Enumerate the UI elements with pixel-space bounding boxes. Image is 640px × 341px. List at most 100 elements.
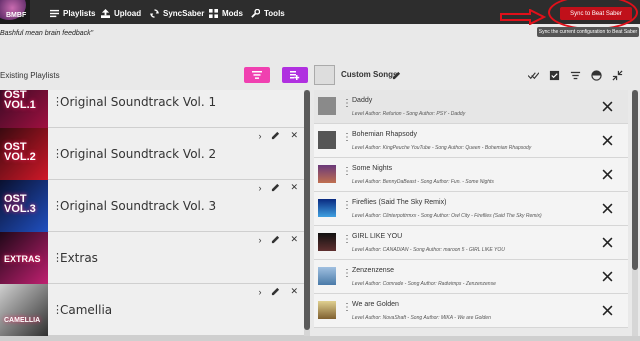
remove-song-icon[interactable] [602,235,613,253]
song-row[interactable]: ⋮ Daddy Level Author: Refurion - Song Au… [314,90,628,124]
song-row[interactable]: ⋮ Fireflies (Said The Sky Remix) Level A… [314,192,628,226]
nav-label: Tools [264,8,285,18]
song-cover [318,267,336,285]
edit-icon[interactable] [392,67,401,85]
playlist-name: Original Soundtrack Vol. 3 [60,199,217,213]
cover-text: EXTRAS [4,254,41,264]
song-meta: Level Author: Comrade - Song Author: Rad… [352,281,496,287]
edit-icon[interactable] [271,183,280,192]
song-meta: Level Author: CANADIAN - Song Author: ma… [352,247,505,253]
remove-song-icon[interactable] [602,303,613,321]
wrench-icon [251,8,260,18]
playlist-actions: › ✕ [258,130,298,141]
annotation-circle [548,0,638,30]
cover-text: OST VOL.2 [4,141,36,163]
song-cover [318,131,336,149]
playlist-cover-placeholder[interactable] [314,65,335,85]
remove-song-icon[interactable] [602,99,613,117]
playlist-name: Camellia [60,303,113,317]
playlist-actions: › ✕ [258,234,298,245]
double-check-icon[interactable] [528,70,539,81]
drag-handle-icon[interactable]: ⋮ [342,98,352,109]
song-meta: Level Author: NovaShaft - Song Author: M… [352,315,491,321]
remove-song-icon[interactable] [602,167,613,185]
annotation-arrow-icon [500,9,546,25]
drag-handle-icon[interactable]: ⋮ [342,234,352,245]
song-cover [318,233,336,251]
face-icon[interactable] [591,70,602,81]
drag-handle-icon[interactable]: ⋮ [342,200,352,211]
grid-icon [209,8,218,18]
nav-mods[interactable]: Mods [209,6,243,20]
drag-handle-icon[interactable]: ⋮ [342,268,352,279]
nav-playlists[interactable]: Playlists [50,6,95,20]
logo-text: BMBF [6,12,27,19]
expand-chevron-icon[interactable]: › [258,287,261,297]
close-icon[interactable]: ✕ [290,286,298,297]
checkbox-icon[interactable] [549,70,560,81]
playlist-scrollbar[interactable] [304,90,310,336]
list-icon [50,9,59,17]
song-row[interactable]: ⋮ We are Golden Level Author: NovaShaft … [314,294,628,328]
playlist-cover: OST VOL.3 [0,180,48,232]
edit-icon[interactable] [271,235,280,244]
drag-handle-icon[interactable]: ⋮ [342,302,352,313]
song-cover [318,97,336,115]
collapse-icon[interactable] [612,70,623,81]
song-cover [318,199,336,217]
song-scrollbar[interactable] [632,90,638,336]
playlist-cover: CAMELLIA [0,284,48,336]
song-meta: Level Author: KingPeuche YouTube - Song … [352,145,532,151]
playlist-row[interactable]: OST VOL.3 › ✕ ⋮ Original Soundtrack Vol.… [0,180,304,232]
nav-label: Mods [222,8,243,18]
playlist-row[interactable]: OST VOL.1 ⋮ Original Soundtrack Vol. 1 [0,90,304,128]
playlist-name: Original Soundtrack Vol. 2 [60,147,217,161]
nav-syncsaber[interactable]: SyncSaber [150,6,204,20]
nav-tools[interactable]: Tools [251,6,285,20]
drag-handle-icon[interactable]: ⋮ [342,166,352,177]
sync-icon [150,8,159,18]
edit-icon[interactable] [271,287,280,296]
song-cover [318,165,336,183]
playlist-name: Extras [60,251,98,265]
close-icon[interactable]: ✕ [290,130,298,141]
remove-song-icon[interactable] [602,201,613,219]
sort-icon[interactable] [570,70,581,81]
custom-songs-title: Custom Songs [341,70,398,79]
close-icon[interactable]: ✕ [290,182,298,193]
song-list: ⋮ Daddy Level Author: Refurion - Song Au… [314,90,640,336]
expand-chevron-icon[interactable]: › [258,131,261,141]
playlist-row[interactable]: EXTRAS › ✕ ⋮ Extras [0,232,304,284]
playlist-actions: › ✕ [258,286,298,297]
song-meta: Level Author: BennyDaBeast - Song Author… [352,179,494,185]
close-icon[interactable]: ✕ [290,234,298,245]
remove-song-icon[interactable] [602,269,613,287]
song-row[interactable]: ⋮ Bohemian Rhapsody Level Author: KingPe… [314,124,628,158]
drag-handle-icon[interactable]: ⋮ [342,132,352,143]
custom-songs-header: Custom Songs [314,63,640,87]
app-logo[interactable]: BMBF [0,0,30,24]
cover-text: CAMELLIA [4,317,41,324]
song-tools [528,70,623,81]
playlist-cover: OST VOL.1 [0,90,48,128]
scrollbar-thumb[interactable] [632,90,638,270]
add-playlist-button[interactable] [282,67,308,83]
song-row[interactable]: ⋮ Some Nights Level Author: BennyDaBeast… [314,158,628,192]
song-title: Bohemian Rhapsody [352,131,417,138]
playlist-name: Original Soundtrack Vol. 1 [60,95,217,109]
playlist-row[interactable]: CAMELLIA › ✕ ⋮ Camellia [0,284,304,336]
edit-icon[interactable] [271,131,280,140]
playlist-cover: OST VOL.2 [0,128,48,180]
expand-chevron-icon[interactable]: › [258,235,261,245]
nav-upload[interactable]: Upload [101,6,141,20]
scrollbar-thumb[interactable] [304,90,310,330]
song-row[interactable]: ⋮ Zenzenzense Level Author: Comrade - So… [314,260,628,294]
song-title: Fireflies (Said The Sky Remix) [352,199,447,206]
remove-song-icon[interactable] [602,133,613,151]
expand-chevron-icon[interactable]: › [258,183,261,193]
playlist-row[interactable]: OST VOL.2 › ✕ ⋮ Original Soundtrack Vol.… [0,128,304,180]
song-row[interactable]: ⋮ GIRL LIKE YOU Level Author: CANADIAN -… [314,226,628,260]
sort-playlists-button[interactable] [244,67,270,83]
song-title: We are Golden [352,301,399,308]
nav-label: SyncSaber [163,8,205,18]
